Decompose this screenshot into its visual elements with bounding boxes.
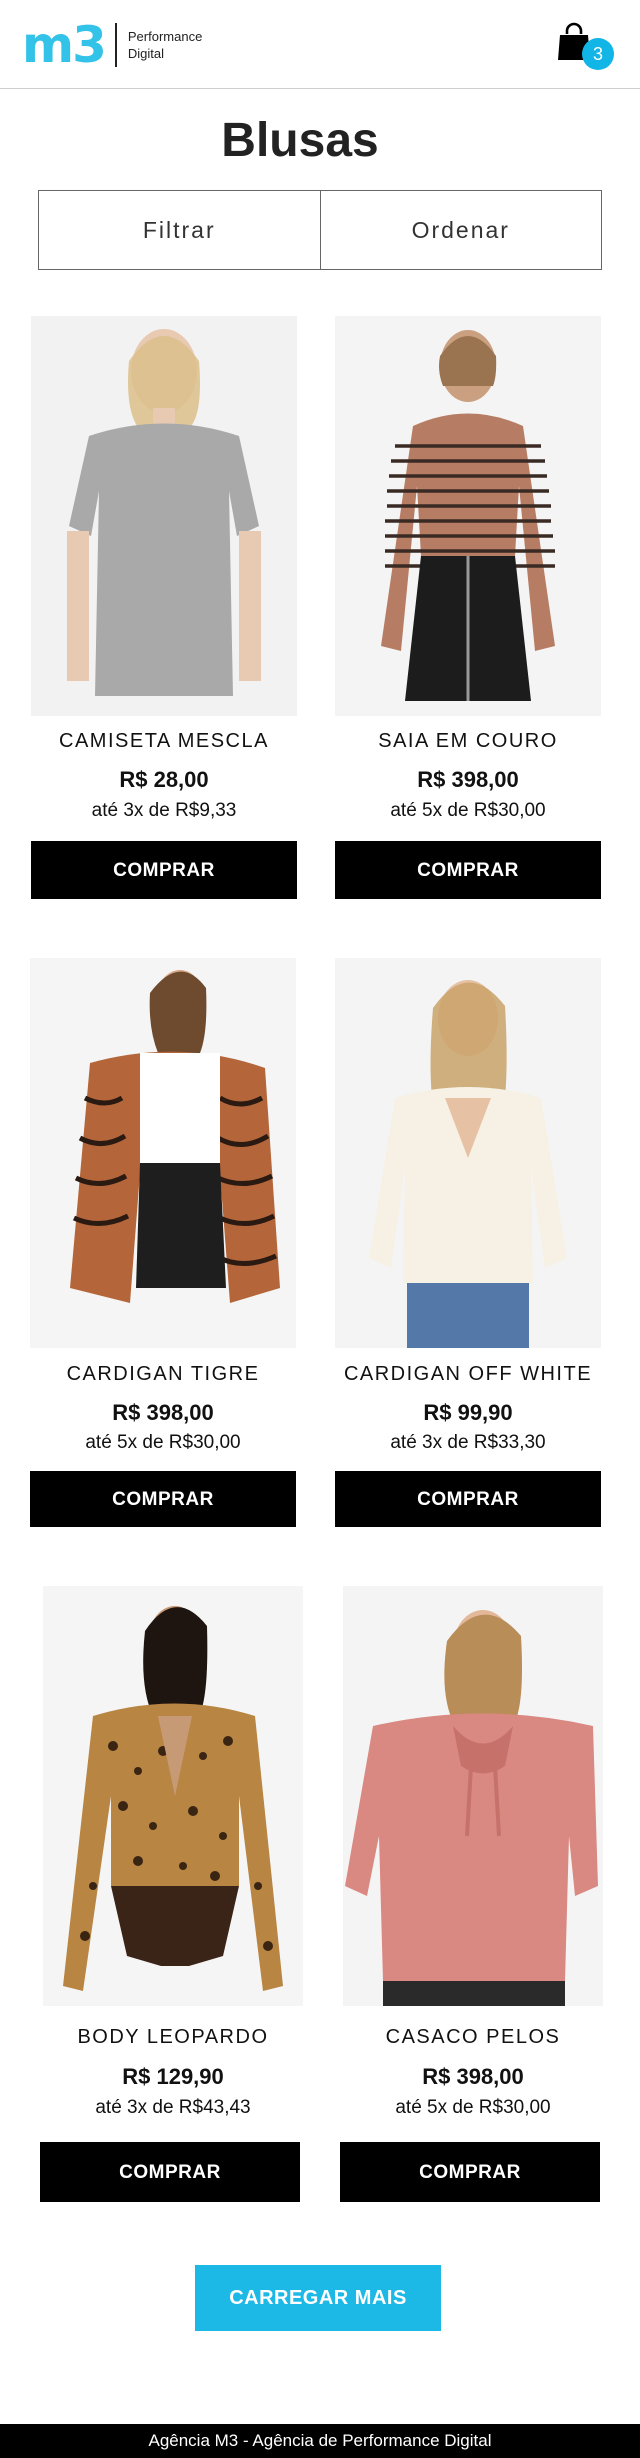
footer: Agência M3 - Agência de Performance Digi… bbox=[0, 2424, 640, 2458]
logo-text: Performance Digital bbox=[128, 28, 202, 62]
product-installments: até 5x de R$30,00 bbox=[390, 800, 546, 821]
product-card: CARDIGAN OFF WHITE R$ 99,90 até 3x de R$… bbox=[335, 958, 601, 1528]
product-image[interactable] bbox=[30, 958, 296, 1348]
product-name: CAMISETA MESCLA bbox=[59, 730, 269, 752]
product-name: SAIA EM COURO bbox=[378, 730, 558, 752]
sort-button[interactable]: Ordenar bbox=[319, 191, 602, 269]
product-card: SAIA EM COURO R$ 398,00 até 5x de R$30,0… bbox=[335, 316, 601, 901]
buy-button[interactable]: COMPRAR bbox=[31, 841, 297, 899]
product-installments: até 5x de R$30,00 bbox=[395, 2097, 551, 2118]
product-name: CASACO PELOS bbox=[385, 2026, 561, 2048]
footer-text: Agência M3 - Agência de Performance Digi… bbox=[148, 2431, 492, 2450]
product-card: CARDIGAN TIGRE R$ 398,00 até 5x de R$30,… bbox=[30, 958, 296, 1528]
buy-button[interactable]: COMPRAR bbox=[40, 2142, 300, 2202]
buy-button[interactable]: COMPRAR bbox=[30, 1471, 296, 1527]
product-price: R$ 398,00 bbox=[422, 2064, 524, 2089]
product-card: CASACO PELOS R$ 398,00 até 5x de R$30,00… bbox=[340, 1586, 606, 2204]
logo-text-line1: Performance bbox=[127, 29, 203, 44]
logo-mark: m3 bbox=[22, 16, 107, 74]
product-price: R$ 129,90 bbox=[122, 2064, 224, 2089]
product-image[interactable] bbox=[31, 316, 297, 716]
logo-text-line2: Digital bbox=[127, 46, 165, 61]
product-card: BODY LEOPARDO R$ 129,90 até 3x de R$43,4… bbox=[40, 1586, 306, 2204]
buy-button[interactable]: COMPRAR bbox=[340, 2142, 600, 2202]
product-installments: até 3x de R$43,43 bbox=[95, 2097, 251, 2118]
buy-button[interactable]: COMPRAR bbox=[335, 1471, 601, 1527]
filter-button[interactable]: Filtrar bbox=[39, 191, 320, 269]
buy-button[interactable]: COMPRAR bbox=[335, 841, 601, 899]
product-name: CARDIGAN OFF WHITE bbox=[343, 1363, 593, 1385]
product-installments: até 3x de R$9,33 bbox=[91, 800, 237, 821]
logo[interactable]: m3 Performance Digital bbox=[22, 20, 202, 70]
product-image[interactable] bbox=[335, 316, 601, 716]
product-image[interactable] bbox=[340, 1586, 606, 2006]
cart-count-badge: 3 bbox=[582, 38, 614, 70]
product-name: BODY LEOPARDO bbox=[77, 2026, 269, 2048]
site-header: m3 Performance Digital 3 bbox=[0, 0, 640, 89]
product-price: R$ 398,00 bbox=[417, 767, 519, 792]
load-more-button[interactable]: CARREGAR MAIS bbox=[195, 2265, 441, 2331]
filter-sort-bar: Filtrar Ordenar bbox=[38, 190, 602, 270]
product-installments: até 3x de R$33,30 bbox=[390, 1432, 546, 1453]
product-card: CAMISETA MESCLA R$ 28,00 até 3x de R$9,3… bbox=[31, 316, 297, 901]
product-price: R$ 28,00 bbox=[119, 767, 209, 792]
cart-button[interactable]: 3 bbox=[555, 20, 615, 70]
product-installments: até 5x de R$30,00 bbox=[85, 1432, 241, 1453]
product-name: CARDIGAN TIGRE bbox=[66, 1363, 260, 1385]
product-price: R$ 398,00 bbox=[112, 1400, 214, 1425]
page-title: Blusas bbox=[221, 114, 379, 167]
product-price: R$ 99,90 bbox=[423, 1400, 513, 1425]
logo-divider bbox=[114, 23, 117, 67]
product-image[interactable] bbox=[40, 1586, 306, 2006]
product-image[interactable] bbox=[335, 958, 601, 1348]
